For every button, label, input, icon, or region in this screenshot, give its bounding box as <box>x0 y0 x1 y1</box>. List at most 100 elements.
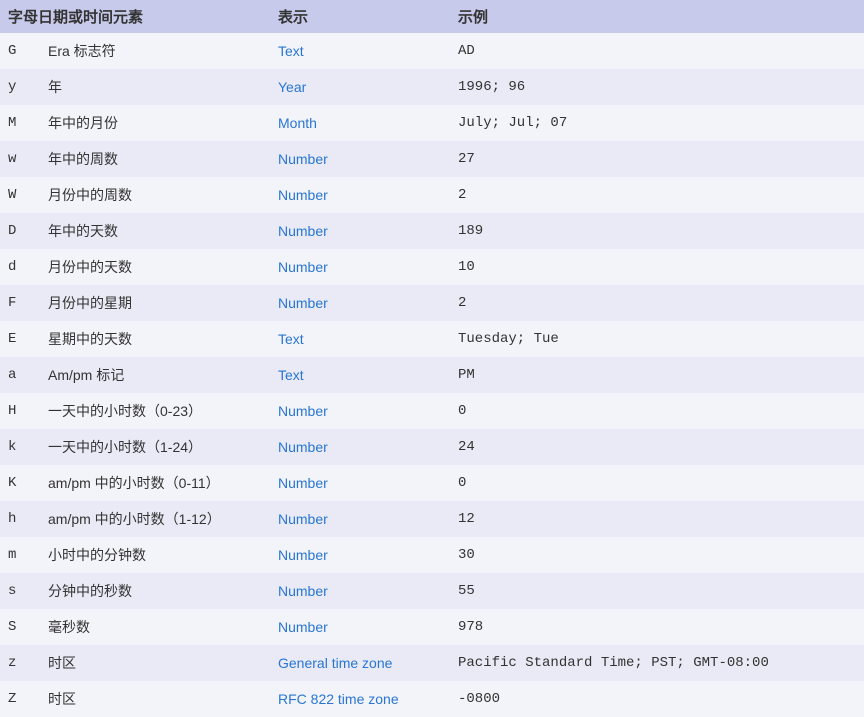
cell-representation: Text <box>270 33 450 69</box>
cell-example: AD <box>450 33 864 69</box>
table-row: aAm/pm 标记 Text PM <box>0 357 864 393</box>
cell-letter: M <box>0 105 40 141</box>
cell-example: 2 <box>450 177 864 213</box>
cell-description: 毫秒数 <box>40 609 270 645</box>
cell-letter: E <box>0 321 40 357</box>
table-row: H一天中的小时数（0-23）Number0 <box>0 393 864 429</box>
cell-representation: General time zone <box>270 645 450 681</box>
table-row: D年中的天数Number189 <box>0 213 864 249</box>
representation-link[interactable]: Number <box>278 187 328 203</box>
cell-letter: G <box>0 33 40 69</box>
cell-description: am/pm 中的小时数（1-12） <box>40 501 270 537</box>
cell-representation: Number <box>270 249 450 285</box>
cell-description: 时区 <box>40 645 270 681</box>
representation-link[interactable]: Number <box>278 583 328 599</box>
cell-description: am/pm 中的小时数（0-11） <box>40 465 270 501</box>
header-example: 示例 <box>450 0 864 33</box>
cell-letter: y <box>0 69 40 105</box>
cell-description: 月份中的天数 <box>40 249 270 285</box>
representation-link[interactable]: Number <box>278 259 328 275</box>
cell-representation: Month <box>270 105 450 141</box>
cell-description: 小时中的分钟数 <box>40 537 270 573</box>
cell-example: 2 <box>450 285 864 321</box>
header-representation: 表示 <box>270 0 450 33</box>
representation-link[interactable]: Number <box>278 547 328 563</box>
cell-letter: S <box>0 609 40 645</box>
cell-example: 27 <box>450 141 864 177</box>
cell-letter: d <box>0 249 40 285</box>
cell-description: 月份中的星期 <box>40 285 270 321</box>
cell-example: -0800 <box>450 681 864 717</box>
cell-description: 年中的月份 <box>40 105 270 141</box>
table-row: y年 Year 1996; 96 <box>0 69 864 105</box>
cell-description: 年中的周数 <box>40 141 270 177</box>
cell-example: 189 <box>450 213 864 249</box>
cell-description: 分钟中的秒数 <box>40 573 270 609</box>
cell-example: Tuesday; Tue <box>450 321 864 357</box>
cell-representation: Number <box>270 285 450 321</box>
cell-representation: Number <box>270 609 450 645</box>
cell-representation: Number <box>270 393 450 429</box>
cell-representation: Year <box>270 69 450 105</box>
cell-letter: a <box>0 357 40 393</box>
table-row: s分钟中的秒数Number55 <box>0 573 864 609</box>
representation-link[interactable]: Number <box>278 439 328 455</box>
cell-representation: Text <box>270 357 450 393</box>
representation-link[interactable]: Number <box>278 151 328 167</box>
representation-link[interactable]: Number <box>278 475 328 491</box>
cell-letter: Z <box>0 681 40 717</box>
representation-link[interactable]: Year <box>278 79 306 95</box>
representation-link[interactable]: Month <box>278 115 317 131</box>
cell-representation: Number <box>270 465 450 501</box>
cell-example: 1996; 96 <box>450 69 864 105</box>
cell-description: 年 <box>40 69 270 105</box>
cell-description: Era 标志符 <box>40 33 270 69</box>
table-row: M年中的月份 Month July; Jul; 07 <box>0 105 864 141</box>
representation-link[interactable]: Number <box>278 619 328 635</box>
cell-letter: m <box>0 537 40 573</box>
representation-link[interactable]: Number <box>278 223 328 239</box>
table-row: w年中的周数 Number 27 <box>0 141 864 177</box>
representation-link[interactable]: Number <box>278 295 328 311</box>
cell-letter: w <box>0 141 40 177</box>
representation-link[interactable]: RFC 822 time zone <box>278 691 399 707</box>
cell-example: 0 <box>450 465 864 501</box>
cell-example: 30 <box>450 537 864 573</box>
representation-link[interactable]: General time zone <box>278 655 392 671</box>
cell-description: 一天中的小时数（1-24） <box>40 429 270 465</box>
cell-example: PM <box>450 357 864 393</box>
table-row: E星期中的天数 Text Tuesday; Tue <box>0 321 864 357</box>
representation-link[interactable]: Text <box>278 331 304 347</box>
table-row: W月份中的周数Number2 <box>0 177 864 213</box>
cell-representation: Number <box>270 573 450 609</box>
cell-example: 0 <box>450 393 864 429</box>
cell-letter: F <box>0 285 40 321</box>
table-header-row: 字母日期或时间元素 表示 示例 <box>0 0 864 33</box>
cell-representation: Number <box>270 501 450 537</box>
table-row: Kam/pm 中的小时数（0-11） Number 0 <box>0 465 864 501</box>
representation-link[interactable]: Number <box>278 403 328 419</box>
cell-description: 星期中的天数 <box>40 321 270 357</box>
cell-letter: k <box>0 429 40 465</box>
representation-link[interactable]: Text <box>278 367 304 383</box>
cell-letter: K <box>0 465 40 501</box>
date-format-table: 字母日期或时间元素 表示 示例 GEra 标志符 Text AD y年 Year 1996… <box>0 0 864 717</box>
cell-description: Am/pm 标记 <box>40 357 270 393</box>
cell-description: 月份中的周数 <box>40 177 270 213</box>
cell-example: July; Jul; 07 <box>450 105 864 141</box>
header-letter-desc: 字母日期或时间元素 <box>0 0 270 33</box>
cell-representation: Number <box>270 141 450 177</box>
representation-link[interactable]: Text <box>278 43 304 59</box>
table-row: GEra 标志符 Text AD <box>0 33 864 69</box>
cell-example: 978 <box>450 609 864 645</box>
cell-description: 时区 <box>40 681 270 717</box>
cell-example: 12 <box>450 501 864 537</box>
cell-letter: s <box>0 573 40 609</box>
table-row: k一天中的小时数（1-24）Number24 <box>0 429 864 465</box>
cell-example: Pacific Standard Time; PST; GMT-08:00 <box>450 645 864 681</box>
table-row: Z时区 RFC 822 time zone -0800 <box>0 681 864 717</box>
cell-representation: Number <box>270 429 450 465</box>
cell-letter: h <box>0 501 40 537</box>
cell-example: 10 <box>450 249 864 285</box>
representation-link[interactable]: Number <box>278 511 328 527</box>
